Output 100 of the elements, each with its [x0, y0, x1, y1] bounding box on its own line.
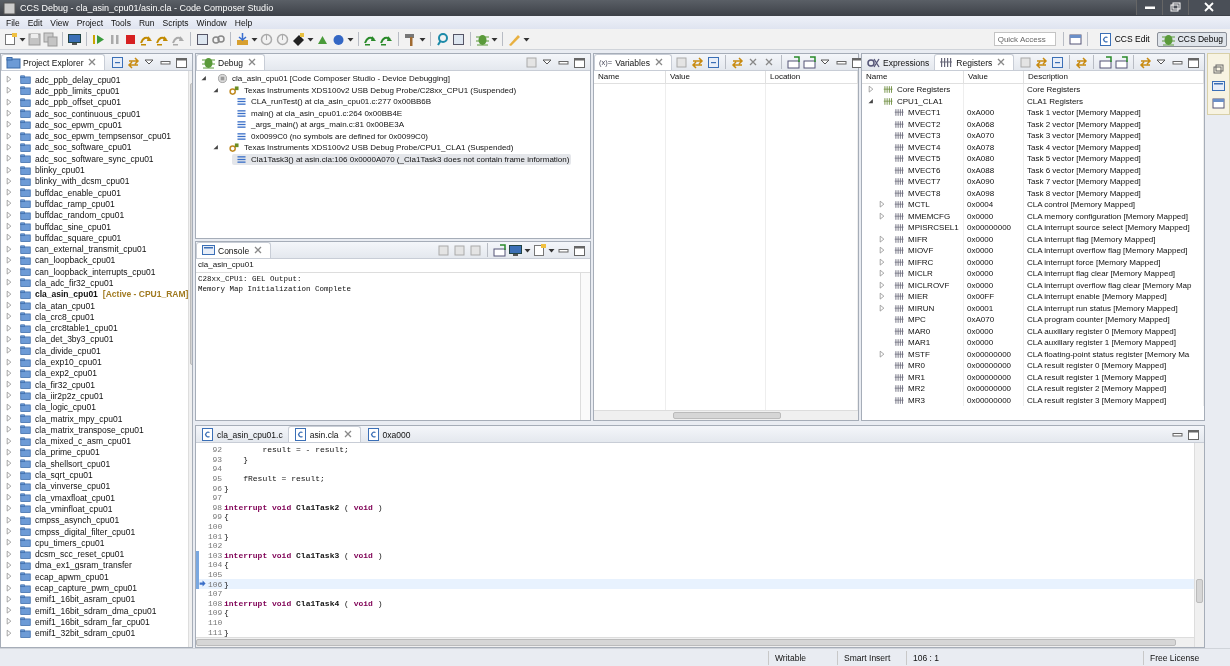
- tree-item[interactable]: cla_crc8table1_cpu01: [18, 322, 118, 334]
- tree-item[interactable]: cla_fir32_cpu01: [18, 379, 95, 391]
- debug-session[interactable]: cla_asin_cpu01 [Code Composer Studio - Device Debugging]: [213, 73, 452, 85]
- editor-tab[interactable]: asin.cla: [287, 426, 361, 442]
- tree-item[interactable]: emif1_16bit_sdram_far_cpu01: [18, 616, 150, 628]
- tree-item[interactable]: can_loopback_cpu01: [18, 254, 116, 266]
- register-name[interactable]: MVECT6: [908, 165, 941, 175]
- column-header[interactable]: Description: [1024, 71, 1204, 83]
- stack-frame[interactable]: 0x0099C0 (no symbols are defined for 0x0099C0): [232, 130, 430, 142]
- perspective-button[interactable]: CCS Debug: [1156, 31, 1227, 47]
- panel-tab[interactable]: Expressions: [862, 55, 934, 70]
- tree-item[interactable]: can_loopback_interrupts_cpu01: [18, 266, 156, 278]
- tree-item[interactable]: cla_matrix_mpy_cpu01: [18, 413, 123, 425]
- tree-item[interactable]: cla_exp2_cpu01: [18, 367, 97, 379]
- tree-item[interactable]: adc_soc_software_cpu01: [18, 141, 132, 153]
- register-name[interactable]: MAR1: [908, 338, 931, 348]
- menu-item[interactable]: Window: [192, 17, 231, 28]
- tree-item[interactable]: cla_vminfloat_cpu01: [18, 503, 113, 515]
- tree-item[interactable]: ecap_apwm_cpu01: [18, 571, 109, 583]
- tree-item[interactable]: emif1_16bit_sdram_dma_cpu01: [18, 605, 157, 617]
- register-group-name[interactable]: CPU1_CLA1: [897, 96, 943, 106]
- register-name[interactable]: MICLR: [908, 269, 933, 279]
- tree-item[interactable]: buffdac_random_cpu01: [18, 209, 125, 221]
- column-header[interactable]: Name: [594, 71, 666, 83]
- register-name[interactable]: MIFRC: [908, 257, 934, 267]
- tree-item[interactable]: cla_adc_fir32_cpu01: [18, 277, 114, 289]
- tree-item[interactable]: emif1_16bit_asram_cpu01: [18, 593, 136, 605]
- panel-tab[interactable]: Console: [196, 242, 272, 258]
- tree-item[interactable]: adc_soc_epwm_cpu01: [18, 119, 122, 131]
- register-name[interactable]: MIRUN: [908, 303, 935, 313]
- column-header[interactable]: Location: [766, 71, 858, 83]
- register-group-name[interactable]: Core Registers: [897, 85, 951, 95]
- tree-item[interactable]: cmpss_digital_filter_cpu01: [18, 526, 136, 537]
- register-name[interactable]: MMEMCFG: [908, 211, 951, 221]
- tree-item[interactable]: emif1_32bit_sdram_cpu01: [18, 627, 136, 639]
- tree-item[interactable]: ecap_capture_pwm_cpu01: [18, 582, 138, 594]
- tree-item[interactable]: cla_asin_cpu01 [Active - CPU1_RAM]: [18, 288, 189, 300]
- menu-item[interactable]: File: [2, 17, 24, 28]
- tree-item[interactable]: adc_ppb_delay_cpu01: [18, 74, 121, 86]
- register-name[interactable]: MIER: [908, 292, 928, 302]
- register-name[interactable]: MVECT8: [908, 188, 941, 198]
- tree-item[interactable]: cla_atan_cpu01: [18, 300, 96, 312]
- tree-item[interactable]: buffdac_square_cpu01: [18, 232, 122, 244]
- debug-thread[interactable]: Texas Instruments XDS100v2 USB Debug Probe/C28xx_CPU1 (Suspended): [225, 84, 519, 96]
- menu-item[interactable]: Scripts: [158, 17, 193, 28]
- tree-item[interactable]: dcsm_scc_reset_cpu01: [18, 548, 125, 560]
- stack-frame[interactable]: CLA_runTest() at cla_asin_cpu01.c:277 0x00BB6B: [232, 96, 434, 108]
- register-name[interactable]: MVECT5: [908, 154, 941, 164]
- stack-frame[interactable]: main() at cla_asin_cpu01.c:264 0x00BB4E: [232, 107, 405, 119]
- tree-item[interactable]: dma_ex1_gsram_transfer: [18, 559, 132, 571]
- editor-tab[interactable]: 0xa000: [361, 427, 415, 442]
- menu-item[interactable]: Edit: [23, 17, 47, 28]
- tree-item[interactable]: can_external_transmit_cpu01: [18, 243, 147, 255]
- debug-thread[interactable]: Texas Instruments XDS100v2 USB Debug Probe/CPU1_CLA1 (Suspended): [225, 142, 516, 154]
- perspective-button[interactable]: CCS Edit: [1093, 31, 1154, 47]
- register-name[interactable]: MVECT2: [908, 119, 941, 129]
- quick-access-field[interactable]: Quick Access: [993, 32, 1056, 46]
- tree-item[interactable]: cla_crc8_cpu01: [18, 311, 95, 323]
- stack-frame[interactable]: Cla1Task3() at asin.cla:106 0x0000A070 (_Cla1Task3 does not contain frame information): [232, 153, 572, 165]
- tree-item[interactable]: cla_vinverse_cpu01: [18, 480, 111, 492]
- tree-item[interactable]: adc_ppb_offset_cpu01: [18, 96, 121, 108]
- tree-item[interactable]: buffdac_sine_cpu01: [18, 221, 111, 232]
- register-name[interactable]: MCTL: [908, 200, 930, 210]
- tree-item[interactable]: blinky_cpu01: [18, 164, 85, 176]
- register-name[interactable]: MVECT3: [908, 131, 941, 141]
- menu-item[interactable]: Project: [72, 17, 108, 28]
- tree-item[interactable]: blinky_with_dcsm_cpu01: [18, 175, 130, 187]
- panel-tab[interactable]: Registers: [934, 54, 1015, 70]
- panel-tab[interactable]: Project Explorer: [1, 54, 106, 70]
- register-name[interactable]: MVECT4: [908, 142, 941, 152]
- tree-item[interactable]: buffdac_ramp_cpu01: [18, 198, 115, 210]
- register-name[interactable]: MR3: [908, 395, 925, 405]
- register-name[interactable]: MVECT1: [908, 108, 941, 118]
- tree-item[interactable]: cla_shellsort_cpu01: [18, 458, 111, 470]
- menu-item[interactable]: Run: [134, 17, 159, 28]
- register-name[interactable]: MVECT7: [908, 177, 941, 187]
- tree-item[interactable]: cla_divide_cpu01: [18, 345, 101, 357]
- register-name[interactable]: MIFR: [908, 234, 928, 244]
- tree-item[interactable]: cla_matrix_transpose_cpu01: [18, 424, 144, 436]
- tree-item[interactable]: cla_mixed_c_asm_cpu01: [18, 435, 131, 447]
- tree-item[interactable]: adc_ppb_limits_cpu01: [18, 85, 120, 97]
- menu-item[interactable]: Tools: [107, 17, 135, 28]
- register-name[interactable]: MICLROVF: [908, 280, 950, 290]
- stack-frame[interactable]: _args_main() at args_main.c:81 0x00BE3A: [232, 119, 406, 131]
- register-name[interactable]: MPISRCSEL1: [908, 223, 959, 233]
- column-header[interactable]: Value: [666, 71, 766, 83]
- tree-item[interactable]: cla_vmaxfloat_cpu01: [18, 492, 115, 504]
- register-name[interactable]: MIOVF: [908, 246, 934, 256]
- register-name[interactable]: MSTF: [908, 349, 930, 359]
- tree-item[interactable]: cla_iir2p2z_cpu01: [18, 390, 104, 402]
- tree-item[interactable]: adc_soc_continuous_cpu01: [18, 108, 141, 120]
- column-header[interactable]: Name: [862, 71, 964, 83]
- tree-item[interactable]: cla_logic_cpu01: [18, 401, 96, 413]
- menu-item[interactable]: View: [46, 17, 73, 28]
- register-name[interactable]: MAR0: [908, 326, 931, 336]
- tree-item[interactable]: adc_soc_software_sync_cpu01: [18, 153, 154, 165]
- register-name[interactable]: MR0: [908, 361, 925, 371]
- tree-item[interactable]: buffdac_enable_cpu01: [18, 187, 121, 199]
- tree-item[interactable]: cpu_timers_cpu01: [18, 537, 105, 549]
- panel-tab[interactable]: Debug: [196, 54, 266, 70]
